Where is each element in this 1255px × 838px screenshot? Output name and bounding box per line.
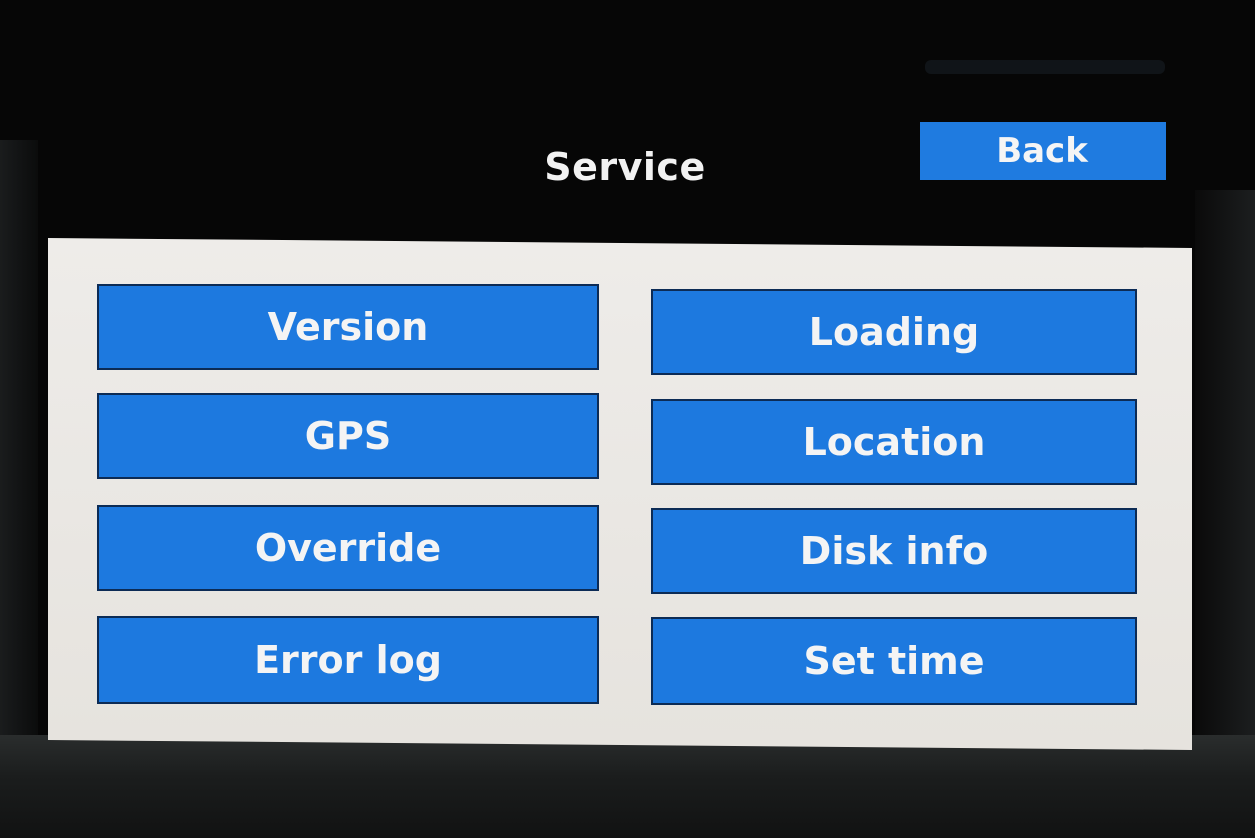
back-button[interactable]: Back [920, 122, 1166, 180]
bezel-highlight [925, 60, 1165, 74]
error-log-button[interactable]: Error log [97, 616, 599, 704]
loading-button[interactable]: Loading [651, 289, 1137, 375]
disk-info-button[interactable]: Disk info [651, 508, 1137, 594]
version-button[interactable]: Version [97, 284, 599, 370]
override-button[interactable]: Override [97, 505, 599, 591]
gps-button[interactable]: GPS [97, 393, 599, 479]
location-button[interactable]: Location [651, 399, 1137, 485]
bezel-bottom [0, 735, 1255, 838]
bezel-right [1195, 190, 1255, 750]
device-frame: Service Back Version GPS Override Error … [0, 0, 1255, 838]
page-title: Service [544, 145, 706, 189]
set-time-button[interactable]: Set time [651, 617, 1137, 705]
bezel-left [0, 140, 38, 740]
